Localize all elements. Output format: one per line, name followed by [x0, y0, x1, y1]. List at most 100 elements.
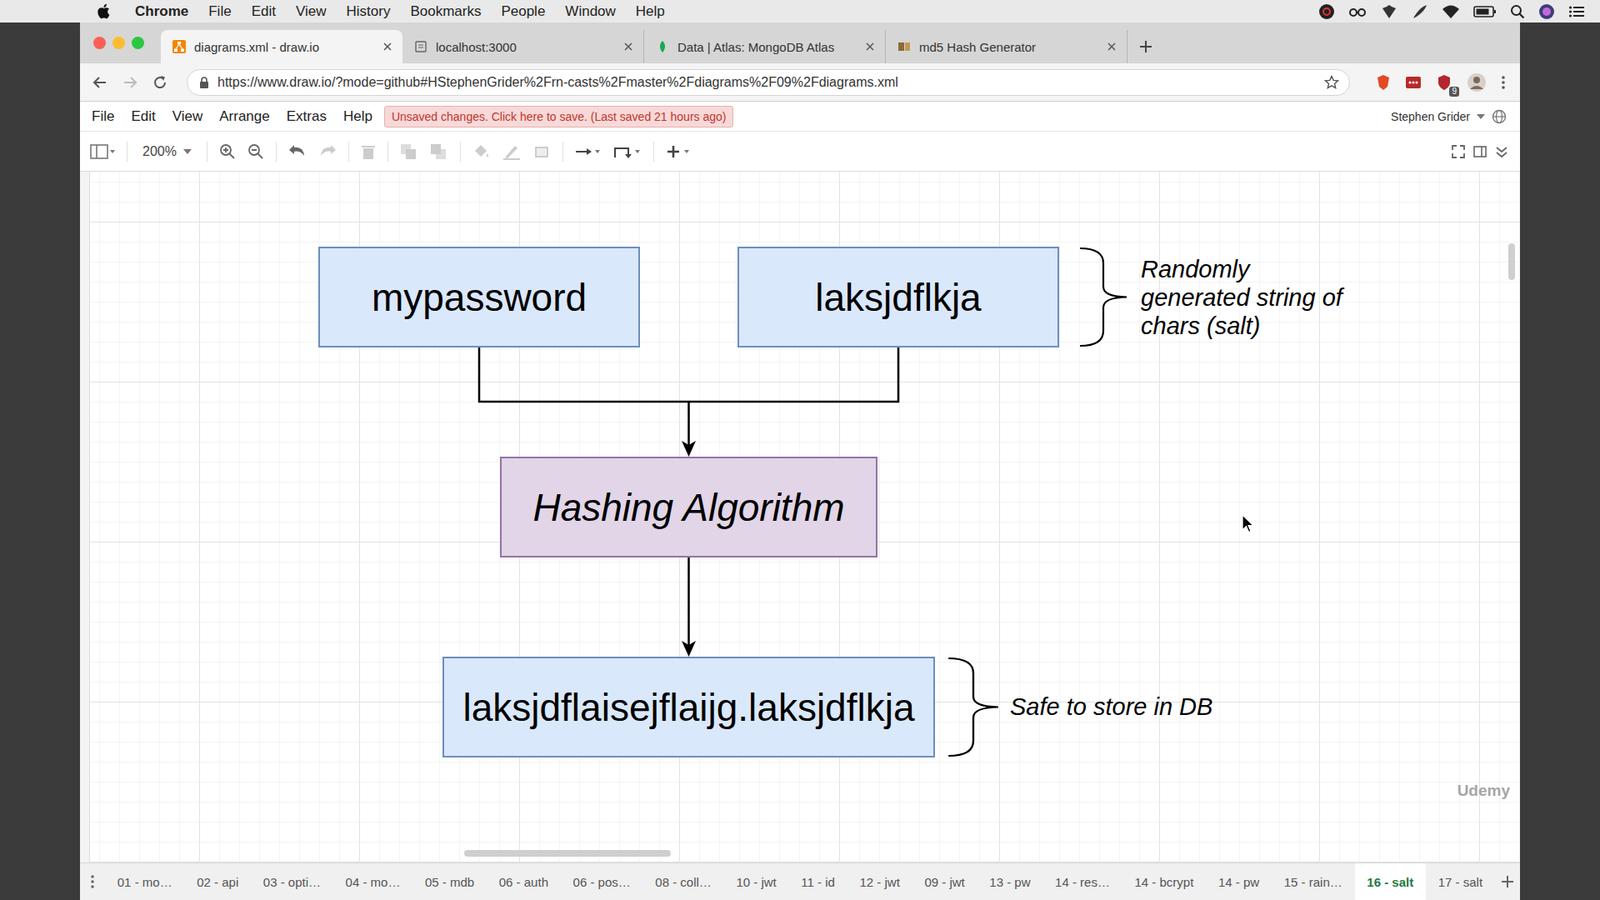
editor-menu-item[interactable]: Edit	[130, 108, 155, 125]
reload-icon[interactable]	[151, 74, 169, 91]
zoom-select[interactable]: 200%	[139, 144, 195, 160]
peacock-icon[interactable]	[1380, 3, 1399, 20]
curly-brace-icon[interactable]	[946, 656, 1000, 758]
page-tab[interactable]: 11 - id	[789, 863, 848, 900]
page-tab[interactable]: 14 - res…	[1042, 863, 1122, 900]
zoom-window-button[interactable]	[131, 36, 145, 50]
close-tab-icon[interactable]	[865, 41, 875, 52]
output-connector[interactable]	[687, 557, 690, 649]
user-menu[interactable]: Stephen Grider	[1390, 109, 1507, 125]
creative-cloud-icon[interactable]	[1318, 3, 1335, 20]
line-color-icon[interactable]	[502, 143, 521, 160]
battery-icon[interactable]	[1473, 5, 1497, 19]
page-tab[interactable]: 04 - mo…	[333, 863, 413, 900]
redo-icon[interactable]	[318, 144, 337, 160]
diagram-node[interactable]: Hashing Algorithm	[500, 456, 878, 558]
notification-list-icon[interactable]	[1568, 5, 1585, 19]
page-tab[interactable]: 17 - salt	[1425, 863, 1495, 900]
to-back-icon[interactable]	[430, 143, 449, 160]
merge-connector[interactable]	[479, 347, 899, 449]
collapsed-sidebar[interactable]	[80, 171, 90, 863]
page-tab[interactable]: 13 - pw	[977, 863, 1044, 900]
profile-avatar-icon[interactable]	[1466, 72, 1487, 93]
search-icon[interactable]	[1510, 4, 1525, 20]
mac-menu-item[interactable]: Edit	[251, 3, 276, 20]
diagram-node[interactable]: laksjdflaisejflaijg.laksjdflkja	[442, 656, 935, 758]
brave-extension-icon[interactable]	[1375, 74, 1392, 91]
page-tab[interactable]: 02 - api	[184, 863, 251, 900]
page-tab[interactable]: 09 - jwt	[912, 863, 978, 900]
connection-icon[interactable]	[575, 144, 602, 160]
browser-tab[interactable]: diagrams.xml - draw.io	[160, 30, 403, 64]
page-tab[interactable]: 14 - bcrypt	[1122, 863, 1206, 900]
feather-icon[interactable]	[1411, 3, 1429, 20]
chrome-menu-icon[interactable]	[1500, 74, 1507, 91]
curly-brace-icon[interactable]	[1078, 246, 1129, 348]
annotation[interactable]: Safe to store in DB	[1010, 692, 1213, 721]
shield-extension[interactable]: 9	[1435, 73, 1454, 92]
zoom-in-icon[interactable]	[219, 143, 236, 160]
editor-menu-item[interactable]: View	[172, 108, 204, 125]
page-tab[interactable]: 01 - mo…	[105, 863, 185, 900]
annotation[interactable]: Randomly generated string of chars (salt…	[1140, 255, 1360, 340]
diagram-canvas[interactable]: mypassword laksjdflkja Hashing Algorithm la…	[90, 171, 1520, 863]
apple-icon[interactable]	[96, 3, 110, 20]
siri-icon[interactable]	[1538, 3, 1555, 20]
diagram-node[interactable]: mypassword	[318, 246, 640, 348]
fill-color-icon[interactable]	[472, 143, 491, 160]
horizontal-scrollbar[interactable]	[464, 850, 671, 857]
browser-tab[interactable]: Data | Atlas: MongoDB Atlas	[644, 30, 886, 64]
add-page-icon[interactable]	[1495, 875, 1520, 889]
format-panel-icon[interactable]	[1473, 145, 1487, 159]
editor-menu-item[interactable]: Extras	[286, 108, 327, 125]
page-tab[interactable]: 16 - salt	[1355, 863, 1426, 900]
shadow-icon[interactable]	[532, 143, 551, 160]
page-tab[interactable]: 05 - mdb	[412, 863, 487, 900]
insert-icon[interactable]	[665, 144, 693, 160]
browser-tab[interactable]: localhost:3000	[402, 30, 645, 64]
editor-menu-item[interactable]: Arrange	[219, 108, 270, 125]
page-tab[interactable]: 10 - jwt	[724, 863, 790, 900]
diagram-node[interactable]: laksjdflkja	[737, 246, 1060, 348]
new-tab-icon[interactable]	[1139, 40, 1153, 54]
waypoint-icon[interactable]	[613, 144, 642, 160]
page-tab[interactable]: 08 - coll…	[643, 863, 725, 900]
close-window-button[interactable]	[93, 36, 106, 50]
mac-menu-item[interactable]: History	[345, 3, 390, 20]
glasses-icon[interactable]	[1348, 3, 1367, 20]
collapse-icon[interactable]	[1495, 145, 1509, 159]
close-tab-icon[interactable]	[382, 41, 393, 52]
close-tab-icon[interactable]	[623, 41, 634, 52]
to-front-icon[interactable]	[400, 143, 419, 160]
page-tab[interactable]: 12 - jwt	[847, 863, 913, 900]
pages-menu-icon[interactable]	[80, 874, 105, 890]
fullscreen-icon[interactable]	[1451, 145, 1465, 159]
editor-menu-item[interactable]: File	[91, 108, 115, 125]
page-tab[interactable]: 15 - rain…	[1271, 863, 1355, 900]
mac-menu-item[interactable]: Window	[565, 3, 615, 20]
delete-icon[interactable]	[360, 143, 376, 160]
mac-menu-item[interactable]: File	[208, 3, 231, 20]
mac-menu-item[interactable]: Bookmarks	[410, 3, 481, 20]
undo-icon[interactable]	[288, 144, 307, 160]
page-tab[interactable]: 03 - opti…	[250, 863, 334, 900]
zoom-out-icon[interactable]	[247, 143, 265, 160]
mac-menu-item[interactable]: People	[500, 3, 545, 20]
vertical-scrollbar[interactable]	[1508, 243, 1515, 280]
sidebar-toggle-icon[interactable]	[90, 144, 115, 160]
browser-tab[interactable]: md5 Hash Generator	[885, 30, 1128, 64]
forward-icon[interactable]	[121, 74, 139, 91]
editor-menu-item[interactable]: Help	[343, 108, 373, 125]
close-tab-icon[interactable]	[1106, 41, 1117, 52]
mac-menu-item[interactable]: View	[295, 3, 327, 20]
minimize-window-button[interactable]	[112, 36, 125, 50]
lastpass-extension-icon[interactable]	[1405, 74, 1422, 91]
page-tab[interactable]: 14 - pw	[1205, 863, 1272, 900]
page-tab[interactable]: 06 - auth	[486, 863, 561, 900]
url-field[interactable]: https://www.draw.io/?mode=github#HStephe…	[186, 69, 1350, 96]
back-icon[interactable]	[91, 74, 109, 91]
wifi-icon[interactable]	[1441, 4, 1460, 20]
bookmark-star-icon[interactable]	[1324, 75, 1340, 90]
app-menu[interactable]: Chrome	[135, 3, 189, 20]
mac-menu-item[interactable]: Help	[635, 3, 665, 20]
